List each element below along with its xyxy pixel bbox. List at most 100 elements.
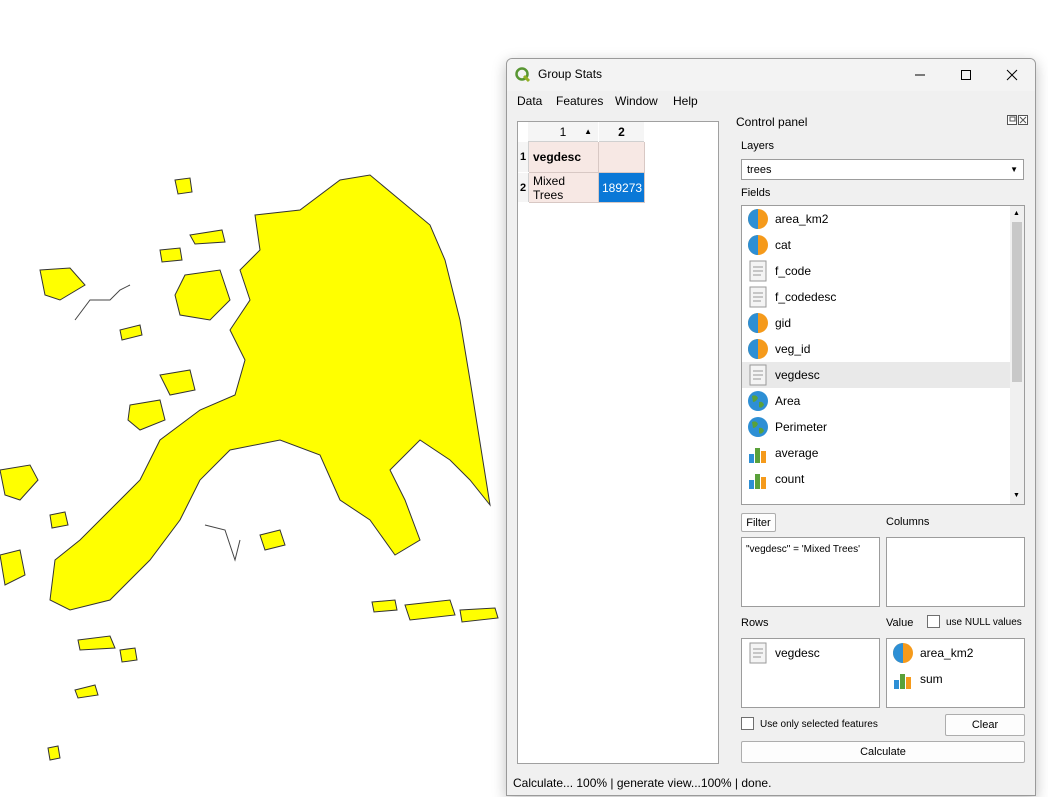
number-field-icon (748, 209, 768, 229)
row-header-2[interactable]: 2 (518, 173, 529, 202)
column-header-2[interactable]: 2 (599, 122, 644, 142)
filter-expression: "vegdesc" = 'Mixed Trees' (746, 544, 861, 555)
minimize-button[interactable] (897, 59, 943, 91)
scroll-up-icon[interactable]: ▲ (1013, 210, 1020, 217)
polygon (189, 229, 226, 245)
row-header-1[interactable]: 1 (518, 142, 529, 172)
close-button[interactable] (989, 59, 1035, 91)
field-item-veg_id[interactable]: veg_id (742, 336, 1010, 362)
menu-features[interactable]: Features (556, 94, 603, 108)
field-label: Area (775, 394, 801, 408)
field-label: average (775, 446, 819, 460)
table-cell-selected[interactable]: 189273 (599, 173, 645, 203)
rows-label: Rows (741, 617, 769, 629)
stats-icon (749, 474, 766, 489)
result-table[interactable]: 1 ▲ 2 1 2 vegdesc Mixed Trees 189273 (517, 121, 719, 764)
text-field-icon (749, 642, 767, 664)
scroll-down-icon[interactable]: ▼ (1013, 492, 1020, 499)
polygon (371, 599, 398, 613)
value-item[interactable]: sum (920, 672, 943, 686)
globe-icon (748, 391, 768, 411)
columns-box[interactable] (886, 537, 1025, 607)
polygon (119, 324, 143, 341)
globe-icon (748, 417, 768, 437)
clear-button[interactable]: Clear (945, 714, 1025, 736)
polygon (459, 607, 499, 623)
line-feature (74, 284, 131, 321)
table-cell[interactable]: vegdesc (529, 142, 599, 173)
polygon (159, 247, 183, 263)
polygon (74, 684, 99, 699)
layers-label: Layers (741, 140, 775, 152)
maximize-button[interactable] (943, 59, 989, 91)
field-item-vegdesc[interactable]: vegdesc (742, 362, 1010, 388)
polygon (174, 177, 193, 195)
chevron-down-icon: ▼ (1010, 165, 1018, 174)
field-item-count[interactable]: count (742, 466, 1010, 492)
polygon (47, 745, 61, 761)
polygon (404, 599, 456, 621)
use-null-label: use NULL values (946, 617, 1022, 628)
value-item[interactable]: area_km2 (920, 646, 973, 660)
field-label: area_km2 (775, 212, 829, 226)
filter-button[interactable]: Filter (741, 513, 776, 532)
use-null-checkbox[interactable] (927, 615, 940, 628)
calculate-button[interactable]: Calculate (741, 741, 1025, 763)
polygon (127, 399, 166, 431)
text-field-icon (749, 286, 767, 308)
field-item-perimeter[interactable]: Perimeter (742, 414, 1010, 440)
qgis-logo-icon (515, 67, 531, 83)
fields-label: Fields (741, 187, 771, 199)
number-field-icon (893, 643, 913, 663)
field-label: f_code (775, 264, 812, 278)
status-bar: Calculate... 100% | generate view...100%… (513, 776, 772, 790)
field-item-cat[interactable]: cat (742, 232, 1010, 258)
use-selected-checkbox[interactable] (741, 717, 754, 730)
value-label: Value (886, 617, 914, 629)
number-field-icon (748, 313, 768, 333)
field-label: Perimeter (775, 420, 828, 434)
polygon (159, 369, 196, 396)
maximize-icon (961, 70, 971, 80)
table-cell[interactable] (599, 142, 645, 173)
column-header-label: 2 (618, 124, 625, 139)
number-field-icon (748, 339, 768, 359)
group-stats-window: Group Stats Data Features Window Help 1 … (506, 58, 1036, 796)
filter-box[interactable]: "vegdesc" = 'Mixed Trees' (741, 537, 880, 607)
menu-data[interactable]: Data (517, 94, 542, 108)
field-label: f_codedesc (775, 290, 837, 304)
field-label: vegdesc (775, 368, 820, 382)
window-title: Group Stats (538, 67, 603, 81)
menu-bar: Data Features Window Help (507, 91, 1035, 113)
field-item-gid[interactable]: gid (742, 310, 1010, 336)
polygon (174, 269, 231, 321)
field-item-f_codedesc[interactable]: f_codedesc (742, 284, 1010, 310)
minimize-icon (915, 74, 925, 76)
columns-label: Columns (886, 516, 930, 528)
layers-dropdown[interactable]: trees ▼ (741, 159, 1024, 180)
menu-help[interactable]: Help (673, 94, 698, 108)
polygon (39, 267, 86, 301)
field-item-area[interactable]: Area (742, 388, 1010, 414)
field-item-average[interactable]: average (742, 440, 1010, 466)
polygon (0, 464, 39, 501)
menu-window[interactable]: Window (615, 94, 658, 108)
fields-list[interactable]: count average Perimeter Area vegdesc veg_id gi… (741, 205, 1025, 505)
panel-float-close-icons[interactable] (1007, 115, 1029, 126)
rows-box[interactable]: vegdesc (741, 638, 880, 708)
use-selected-label: Use only selected features (760, 719, 878, 730)
field-item-area_km2[interactable]: area_km2 (742, 206, 1010, 232)
table-cell[interactable]: Mixed Trees (529, 173, 599, 203)
field-item-f_code[interactable]: f_code (742, 258, 1010, 284)
sort-ascending-icon: ▲ (584, 127, 592, 136)
polygon (119, 647, 138, 663)
fields-scrollbar[interactable]: ▲ ▼ (1010, 206, 1024, 504)
column-header-1[interactable]: 1 ▲ (528, 122, 598, 142)
rows-item[interactable]: vegdesc (775, 646, 820, 660)
text-field-icon (749, 364, 767, 386)
polygon (0, 549, 26, 586)
number-field-icon (748, 235, 768, 255)
value-box[interactable]: area_km2 sum (886, 638, 1025, 708)
scrollbar-thumb[interactable] (1012, 222, 1022, 382)
field-label: gid (775, 316, 792, 330)
